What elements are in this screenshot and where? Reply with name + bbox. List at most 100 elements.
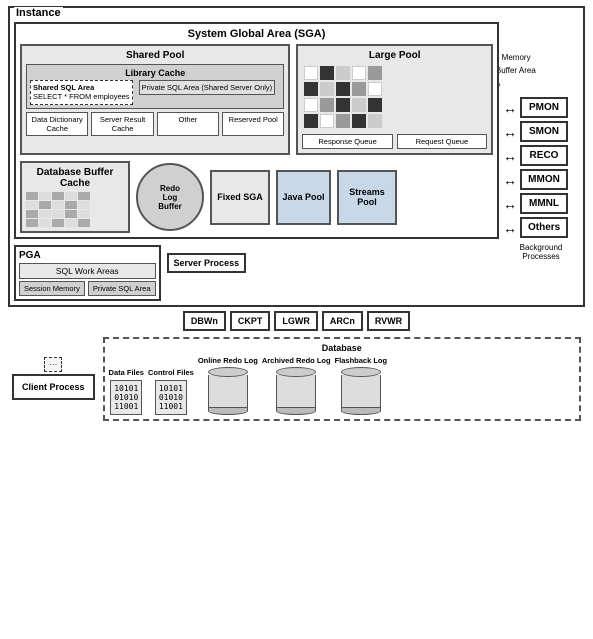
data-dictionary-cache: Data Dictionary Cache [26,112,88,136]
arrow-reco: ↔ [503,148,517,164]
grid-cell [320,114,334,128]
flashback-log: Flashback Log [335,356,388,415]
server-process-label: Server Process [174,258,240,268]
java-pool-label: Java Pool [282,192,324,202]
control-files-item: Control Files 10101 01010 11001 [148,368,194,415]
cyl-bottom [276,407,316,415]
pmon-process: PMON [520,97,568,118]
client-side: ··· Client Process [12,357,95,400]
mmon-process: MMON [520,169,568,190]
buf-cell [65,219,77,227]
storage-items-row: Data Files 10101 01010 11001 Control Fil… [109,356,575,415]
buf-cell [52,210,64,218]
sga-label: System Global Area (SGA) [20,28,493,40]
reserved-pool: Reserved Pool [222,112,284,136]
pga-server-area: PGA SQL Work Areas Session Memory Privat… [14,245,499,301]
grid-cell [352,98,366,112]
pga-label: PGA [19,250,156,261]
private-sql-area-box: Private SQL Area (Shared Server Only) [139,80,276,95]
pga-box: PGA SQL Work Areas Session Memory Privat… [14,245,161,301]
others-process: Others [520,217,568,238]
shared-sql-area-label: Shared SQL Area [33,83,130,92]
large-pool-label: Large Pool [302,50,487,61]
grid-cell [336,82,350,96]
fixed-sga-label: Fixed SGA [217,192,263,202]
instance-sga: System Global Area (SGA) Shared Pool Lib… [14,12,499,301]
diagram-container: Instance System Global Area (SGA) Shared… [0,0,593,425]
instance-box: Instance System Global Area (SGA) Shared… [8,6,585,307]
bg-proc-row-smon: ↔ SMON [503,121,579,142]
cyl-top [276,367,316,377]
buf-cell [26,219,38,227]
archived-redo-label: Archived Redo Log [262,356,331,365]
buf-cell [65,210,77,218]
sga-box: System Global Area (SGA) Shared Pool Lib… [14,22,499,239]
mmnl-process: MMNL [520,193,568,214]
shared-sql-area-box: Shared SQL Area SELECT * FROM employees [30,80,133,105]
buf-cell [65,201,77,209]
buf-cell [52,201,64,209]
private-sql-label: Private SQL Area (Shared Server Only) [142,83,273,92]
grid-cell [352,66,366,80]
buf-cell [52,192,64,200]
bg-proc-row-mmon: ↔ MMON [503,169,579,190]
sga-bottom-row: Database Buffer Cache [20,161,493,233]
fixed-sga: Fixed SGA [210,170,270,225]
other-cache: Other [157,112,219,136]
grid-cell [352,114,366,128]
database-area: Database Data Files 10101 01010 11001 Co… [103,337,581,421]
request-queue: Request Queue [397,134,487,149]
arcn-process: ARCn [322,311,363,331]
arrow-pmon: ↔ [503,100,517,116]
buf-cell [65,192,77,200]
streams-pool: Streams Pool [337,170,397,225]
client-process: Client Process [12,374,95,400]
redo-log-label: RedoLogBuffer [158,184,182,211]
grid-cell [336,66,350,80]
pga-note: ··· [44,357,62,372]
grid-cell [320,82,334,96]
data-files-binary: 10101 01010 11001 [110,380,142,415]
rvwr-process: RVWR [367,311,410,331]
cyl-top [208,367,248,377]
sga-top-row: Shared Pool Library Cache Shared SQL Are… [20,44,493,155]
arrow-mmon: ↔ [503,172,517,188]
cyl-body [276,375,316,407]
grid-cell [304,66,318,80]
private-sql-area: Private SQL Area [88,281,156,296]
cyl-bottom [208,407,248,415]
server-process-box: Server Process [167,253,247,273]
pga-bottom: Session Memory Private SQL Area [19,281,156,296]
cyl-bottom [341,407,381,415]
buf-cell [52,219,64,227]
instance-label: Instance [14,7,63,19]
shared-pool-box: Shared Pool Library Cache Shared SQL Are… [20,44,290,155]
bg-proc-row-pmon: ↔ PMON [503,97,579,118]
library-cache-box: Library Cache Shared SQL Area SELECT * F… [26,64,284,109]
server-result-cache: Server Result Cache [91,112,153,136]
buf-cell [78,201,90,209]
smon-process: SMON [520,121,568,142]
grid-cell [304,114,318,128]
buf-cell [26,210,38,218]
grid-cell [320,98,334,112]
control-files-label: Control Files [148,368,194,377]
archived-redo-log: Archived Redo Log [262,356,331,415]
buf-cell [39,192,51,200]
grid-cell [368,98,382,112]
buf-cell [39,201,51,209]
top-area: System Global Area (SGA) Shared Pool Lib… [14,12,579,301]
grid-cell [368,114,382,128]
dbwn-process: DBWn [183,311,226,331]
buf-cell [78,210,90,218]
grid-cell [336,114,350,128]
grid-cell [368,82,382,96]
bg-label: Background Processes [503,243,579,261]
library-cache-label: Library Cache [30,68,280,78]
grid-cell [320,66,334,80]
arrow-mmnl: ↔ [503,196,517,212]
buffer-grid [26,192,124,227]
shared-sql-text: SELECT * FROM employees [33,92,130,102]
large-pool-box: Large Pool [296,44,493,155]
data-files-item: Data Files 10101 01010 11001 [109,368,144,415]
